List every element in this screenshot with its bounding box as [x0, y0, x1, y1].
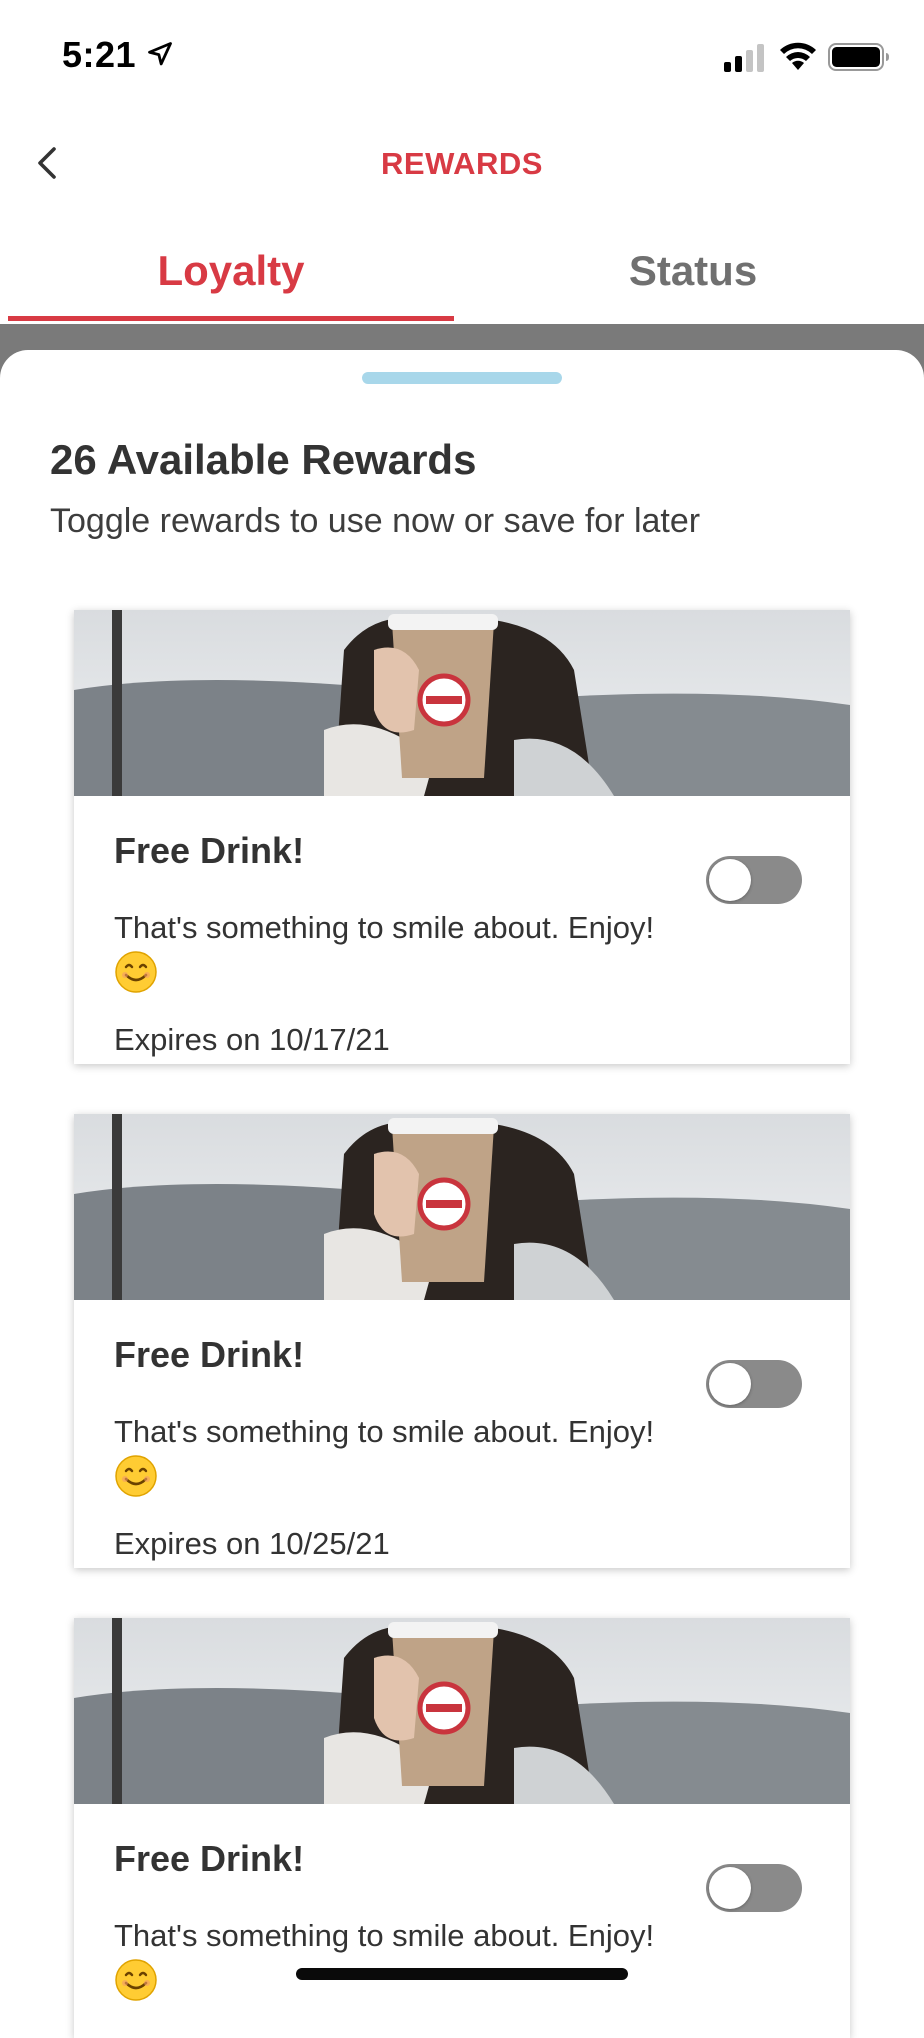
smiling-face-icon [115, 1455, 157, 1497]
reward-description-text: That's something to smile about. Enjoy! [114, 910, 655, 945]
reward-image [74, 1618, 850, 1804]
location-arrow-icon [148, 42, 172, 66]
reward-image [74, 610, 850, 796]
battery-icon [828, 43, 889, 71]
rewards-subtitle: Toggle rewards to use now or save for la… [50, 502, 701, 540]
reward-image [74, 1114, 850, 1300]
smiling-face-icon [115, 951, 157, 993]
toggle-knob [709, 859, 751, 901]
status-time: 5:21 [62, 34, 137, 75]
rewards-count-heading: 26 Available Rewards [50, 436, 477, 483]
status-bar: 5:21 [0, 0, 924, 110]
reward-toggle[interactable] [706, 1360, 802, 1408]
tab-status[interactable]: Status [470, 218, 916, 324]
smiling-face-icon [115, 1959, 157, 2001]
app-header: REWARDS [0, 110, 924, 219]
page-title: REWARDS [381, 146, 543, 181]
reward-expiry: Expires on 10/17/21 [114, 1022, 390, 1057]
tab-bar: Loyalty Status [0, 218, 924, 324]
reward-toggle[interactable] [706, 856, 802, 904]
toggle-knob [709, 1867, 751, 1909]
reward-card: Free Drink! That's something to smile ab… [74, 1114, 850, 1568]
home-indicator [296, 1968, 628, 1980]
wifi-icon [780, 42, 816, 70]
reward-expiry: Expires on 10/25/21 [114, 1526, 390, 1561]
active-tab-indicator [8, 316, 454, 321]
reward-description: That's something to smile about. Enjoy! [114, 1410, 674, 1498]
cellular-signal-icon [724, 44, 764, 72]
reward-description-text: That's something to smile about. Enjoy! [114, 1918, 655, 1953]
reward-title: Free Drink! [114, 1838, 305, 1879]
reward-card: Free Drink! That's something to smile ab… [74, 610, 850, 1064]
toggle-knob [709, 1363, 751, 1405]
reward-description: That's something to smile about. Enjoy! [114, 1914, 674, 2002]
reward-description-text: That's something to smile about. Enjoy! [114, 1414, 655, 1449]
tab-loyalty[interactable]: Loyalty [8, 218, 454, 324]
reward-description: That's something to smile about. Enjoy! [114, 906, 674, 994]
reward-title: Free Drink! [114, 830, 305, 871]
drag-handle[interactable] [362, 372, 562, 384]
reward-title: Free Drink! [114, 1334, 305, 1375]
reward-toggle[interactable] [706, 1864, 802, 1912]
